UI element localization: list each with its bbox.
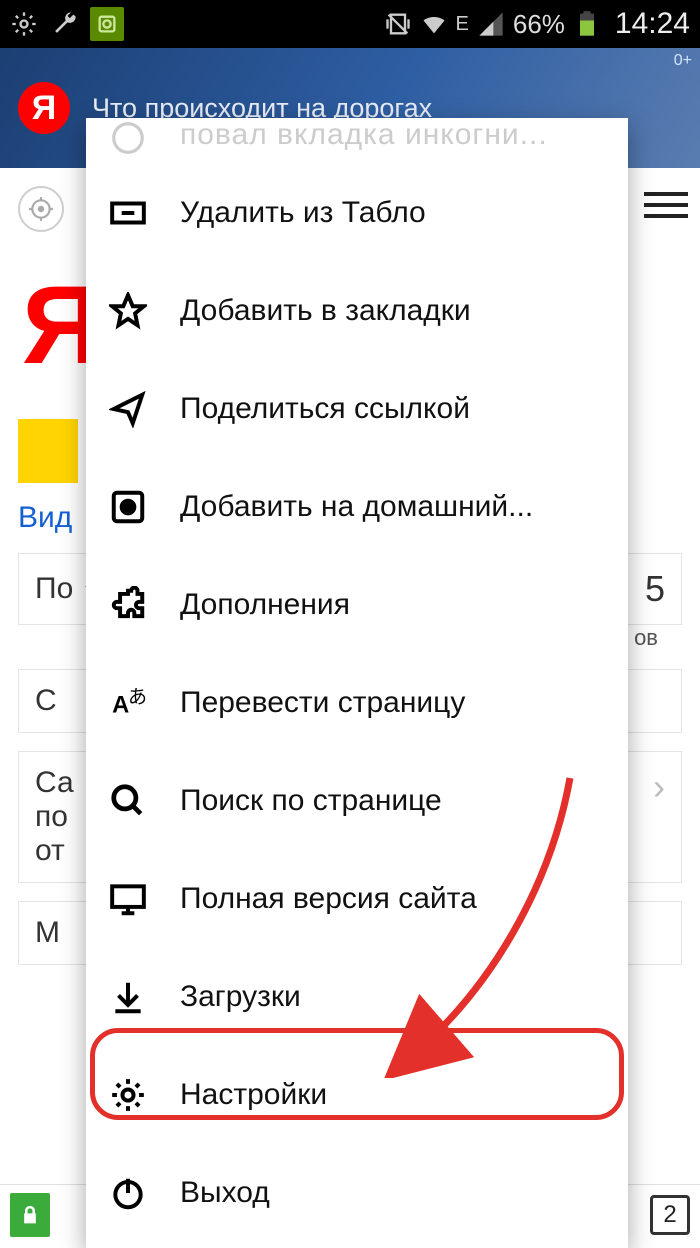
download-icon xyxy=(108,977,148,1017)
menu-item-translate-label: Перевести страницу xyxy=(180,686,465,720)
menu-item-exit[interactable]: Выход xyxy=(86,1144,628,1242)
browser-overflow-menu: повал вкладка инкогни... Удалить из Табл… xyxy=(86,118,628,1248)
search-bar-fragment[interactable] xyxy=(18,419,78,483)
news-card-2-line1: Са xyxy=(35,766,74,800)
menu-item-downloads-label: Загрузки xyxy=(180,980,301,1014)
news-card-3-text: М xyxy=(35,916,60,949)
menu-item-add-bookmark[interactable]: Добавить в закладки xyxy=(86,262,628,360)
yandex-badge: Я xyxy=(18,82,70,134)
menu-item-translate[interactable]: Aあ Перевести страницу xyxy=(86,654,628,752)
svg-text:あ: あ xyxy=(128,687,147,708)
battery-icon xyxy=(573,10,601,38)
signal-icon xyxy=(477,10,505,38)
gps-icon xyxy=(10,10,38,38)
age-badge: 0+ xyxy=(674,52,692,70)
network-type-label: E xyxy=(456,13,469,36)
remove-tablo-icon xyxy=(108,193,148,233)
news-card-1-text: С xyxy=(35,684,57,717)
menu-item-remove-tablo[interactable]: Удалить из Табло xyxy=(86,164,628,262)
menu-item-find-in-page[interactable]: Поиск по странице xyxy=(86,752,628,850)
menu-item-extensions[interactable]: Дополнения xyxy=(86,556,628,654)
battery-percent: 66% xyxy=(513,9,565,40)
menu-item-add-bookmark-label: Добавить в закладки xyxy=(180,294,471,328)
circle-dot-icon xyxy=(108,487,148,527)
menu-item-add-homescreen-label: Добавить на домашний... xyxy=(180,490,533,524)
chevron-right-icon: › xyxy=(653,766,665,868)
tab-count-button[interactable]: 2 xyxy=(650,1195,690,1235)
wrench-icon xyxy=(50,10,78,38)
wifi-icon xyxy=(420,10,448,38)
translate-icon: Aあ xyxy=(108,683,148,723)
ssl-lock-icon[interactable] xyxy=(10,1193,50,1237)
star-icon xyxy=(108,291,148,331)
menu-item-settings[interactable]: Настройки xyxy=(86,1046,628,1144)
menu-item-find-in-page-label: Поиск по странице xyxy=(180,784,442,818)
menu-item-downloads[interactable]: Загрузки xyxy=(86,948,628,1046)
gear-icon xyxy=(108,1075,148,1115)
menu-item-add-homescreen[interactable]: Добавить на домашний... xyxy=(86,458,628,556)
menu-item-exit-label: Выход xyxy=(180,1176,270,1210)
menu-item-share-link-label: Поделиться ссылкой xyxy=(180,392,470,426)
news-card-2-line3: от xyxy=(35,834,74,868)
vibrate-icon xyxy=(384,10,412,38)
puzzle-icon xyxy=(108,585,148,625)
menu-item-incognito-label: повал вкладка инкогни... xyxy=(180,118,548,152)
menu-item-extensions-label: Дополнения xyxy=(180,588,350,622)
desktop-icon xyxy=(108,879,148,919)
power-icon xyxy=(108,1173,148,1213)
weather-temp: 5 xyxy=(645,568,665,610)
svg-text:A: A xyxy=(112,692,129,719)
menu-item-share-link[interactable]: Поделиться ссылкой xyxy=(86,360,628,458)
android-status-bar: E 66% 14:24 xyxy=(0,0,700,48)
share-icon xyxy=(108,389,148,429)
news-card-2-line2: по xyxy=(35,800,74,834)
weather-prefix-text: По xyxy=(35,572,73,606)
menu-item-remove-tablo-label: Удалить из Табло xyxy=(180,196,426,230)
menu-item-settings-label: Настройки xyxy=(180,1078,327,1112)
app-running-icon xyxy=(90,7,124,41)
clock-label: 14:24 xyxy=(615,7,690,41)
hamburger-menu-button[interactable] xyxy=(644,192,688,218)
location-button[interactable] xyxy=(18,186,64,232)
video-link[interactable]: Вид xyxy=(18,501,72,535)
menu-item-incognito-cut[interactable]: повал вкладка инкогни... xyxy=(86,118,628,164)
menu-item-desktop-site[interactable]: Полная версия сайта xyxy=(86,850,628,948)
incognito-icon xyxy=(108,118,148,158)
search-icon xyxy=(108,781,148,821)
menu-item-desktop-site-label: Полная версия сайта xyxy=(180,882,477,916)
